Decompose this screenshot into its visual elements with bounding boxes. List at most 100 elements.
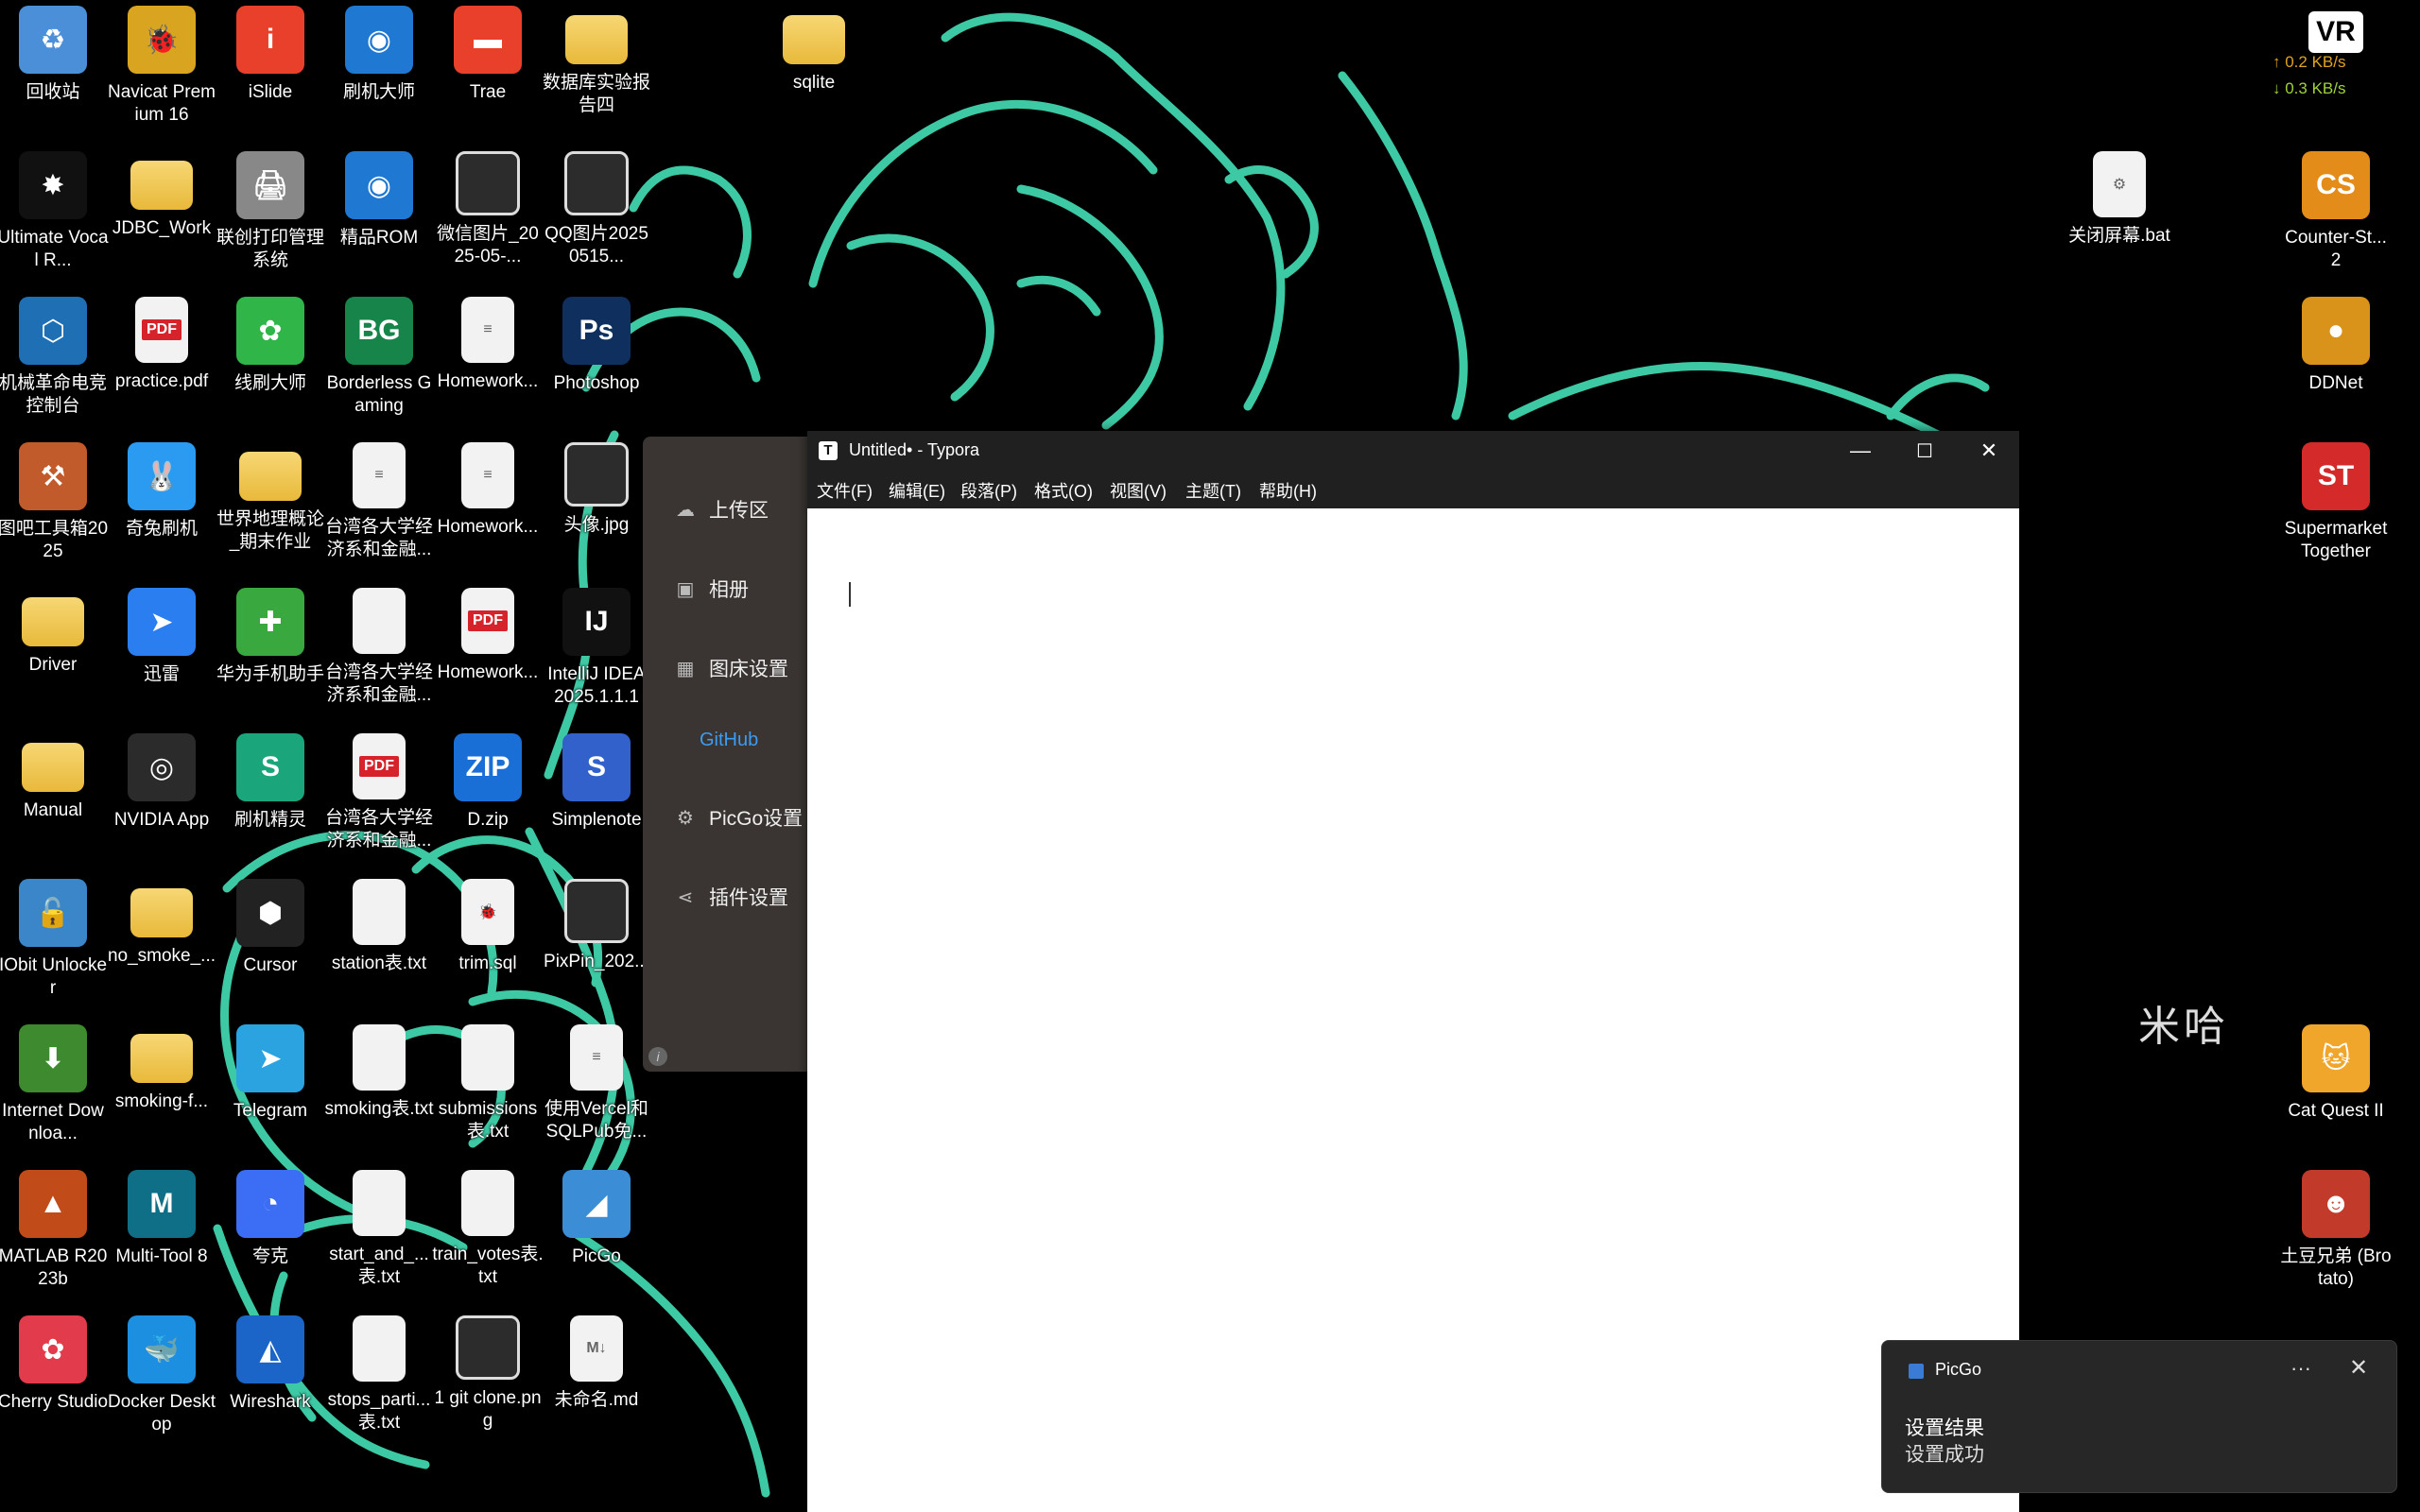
desktop-icon[interactable]: ◭ Wireshark xyxy=(217,1312,323,1414)
desktop-icon[interactable]: train_votes表.txt xyxy=(432,1166,544,1289)
desktop-icon[interactable]: ➤ Telegram xyxy=(217,1021,323,1123)
desktop-icon[interactable]: 头像.jpg xyxy=(544,438,649,537)
desktop-icon[interactable]: ◉ 精品ROM xyxy=(326,147,432,249)
desktop-icon-image: ◉ xyxy=(345,6,413,74)
menu-view[interactable]: 视图(V) xyxy=(1110,478,1167,503)
desktop-icon[interactable]: PDF 台湾各大学经济系和金融... xyxy=(325,730,433,852)
desktop-icon-label: smoking表.txt xyxy=(324,1099,434,1119)
desktop-icon[interactable]: PDF Homework... xyxy=(435,584,541,684)
more-options-button[interactable]: ··· xyxy=(2290,1356,2311,1381)
desktop-icon[interactable]: ♻ 回收站 xyxy=(0,2,106,104)
desktop-icon[interactable]: ◔ 夸克 xyxy=(217,1166,323,1268)
desktop-icon[interactable]: 世界地理概论_期末作业 xyxy=(216,438,324,554)
desktop-icon[interactable]: ⚙ 关闭屏幕.bat xyxy=(2066,147,2172,248)
desktop-icon[interactable]: M Multi-Tool 8 xyxy=(109,1166,215,1268)
desktop-icon[interactable]: 🖨 联创打印管理系统 xyxy=(216,147,324,272)
desktop-icon[interactable]: BG Borderless Gaming xyxy=(326,293,432,418)
desktop-icon[interactable]: 数据库实验报告四 xyxy=(543,2,650,117)
desktop-icon[interactable]: ◎ NVIDIA App xyxy=(109,730,215,832)
picgo-nav-bed-settings[interactable]: ▦ 图床设置 xyxy=(675,654,788,682)
picgo-nav-upload[interactable]: ☁ 上传区 xyxy=(675,495,769,524)
picgo-nav-gallery[interactable]: ▣ 相册 xyxy=(675,575,749,603)
desktop-icon[interactable]: submissions表.txt xyxy=(435,1021,541,1143)
desktop-icon-label: NVIDIA App xyxy=(113,810,210,830)
desktop-icon[interactable]: sqlite xyxy=(761,2,867,94)
desktop-icon[interactable]: ▲ MATLAB R2023b xyxy=(0,1166,107,1291)
desktop-icon-label: D.zip xyxy=(467,810,509,830)
desktop-icon[interactable]: ▬ Trae xyxy=(435,2,541,104)
picgo-nav-settings[interactable]: ⚙ PicGo设置 xyxy=(675,803,803,832)
desktop-icon[interactable]: 🔓 IObit Unlocker xyxy=(0,875,107,1000)
desktop-icon[interactable]: station表.txt xyxy=(326,875,432,975)
desktop-icon[interactable]: smoking表.txt xyxy=(324,1021,434,1121)
desktop-icon[interactable]: ● DDNet xyxy=(2283,293,2389,395)
desktop-icon[interactable]: ✿ Cherry Studio xyxy=(0,1312,108,1414)
desktop-icon-image xyxy=(456,1315,520,1380)
desktop-icon[interactable]: ≡ 台湾各大学经济系和金融... xyxy=(325,438,433,561)
desktop-icon[interactable]: ST Supermarket Together xyxy=(2283,438,2389,563)
menu-help[interactable]: 帮助(H) xyxy=(1259,478,1317,503)
minimize-button[interactable]: — xyxy=(1828,431,1893,471)
desktop-icon[interactable]: 🐳 Docker Desktop xyxy=(108,1312,216,1436)
desktop-icon[interactable]: 🐱 Cat Quest II xyxy=(2283,1021,2389,1123)
desktop-icon[interactable]: ⬇ Internet Downloa... xyxy=(0,1021,106,1145)
desktop-icon-label: 1 git clone.png xyxy=(434,1388,542,1431)
desktop-icon[interactable]: ➤ 迅雷 xyxy=(109,584,215,686)
desktop-icon[interactable]: 台湾各大学经济系和金融... xyxy=(325,584,433,707)
desktop-icon[interactable]: 🐞 Navicat Premium 16 xyxy=(108,2,216,127)
desktop-icon[interactable]: S Simplenote xyxy=(544,730,649,832)
desktop-icon[interactable]: smoking-f... xyxy=(109,1021,215,1113)
desktop-icon[interactable]: ✚ 华为手机助手 xyxy=(216,584,324,686)
desktop-icon[interactable]: 1 git clone.png xyxy=(434,1312,542,1433)
desktop-icon[interactable]: ✿ 线刷大师 xyxy=(217,293,323,395)
maximize-button[interactable]: ☐ xyxy=(1893,431,1957,471)
info-icon[interactable]: i xyxy=(648,1047,667,1066)
desktop-icon[interactable]: ⚒ 图吧工具箱2025 xyxy=(0,438,108,563)
desktop-icon[interactable]: Manual xyxy=(0,730,106,822)
desktop-icon[interactable]: stops_parti...表.txt xyxy=(326,1312,432,1435)
close-button[interactable]: ✕ xyxy=(1957,431,2021,471)
text-caret xyxy=(849,582,851,607)
desktop-icon[interactable]: ☻ 土豆兄弟 (Brotato) xyxy=(2280,1166,2392,1291)
desktop-icon[interactable]: IJ IntelliJ IDEA 2025.1.1.1 xyxy=(544,584,649,709)
desktop-icon[interactable]: 🐰 奇兔刷机 xyxy=(109,438,215,541)
desktop-icon[interactable]: ◢ PicGo xyxy=(544,1166,649,1268)
desktop-icon[interactable]: ≡ Homework... xyxy=(435,293,541,393)
menu-theme[interactable]: 主题(T) xyxy=(1185,478,1241,503)
desktop-icon-label: 刷机大师 xyxy=(342,82,415,102)
notification-toast[interactable]: PicGo ··· ✕ 设置结果 设置成功 xyxy=(1881,1340,2397,1493)
desktop-icon[interactable]: ≡ 使用Vercel和SQLPub免... xyxy=(544,1021,649,1143)
desktop-icon-label: Multi-Tool 8 xyxy=(115,1246,208,1266)
vr-icon[interactable]: VR xyxy=(2308,11,2363,53)
desktop-icon[interactable]: S 刷机精灵 xyxy=(217,730,323,832)
desktop-icon[interactable]: ≡ Homework... xyxy=(435,438,541,539)
desktop-icon[interactable]: CS Counter-St... 2 xyxy=(2283,147,2389,272)
desktop-icon-label: 回收站 xyxy=(26,82,80,102)
desktop-icon[interactable]: start_and_...表.txt xyxy=(326,1166,432,1289)
desktop-icon[interactable]: ZIP D.zip xyxy=(435,730,541,832)
desktop-icon[interactable]: ✸ Ultimate Vocal R... xyxy=(0,147,109,272)
desktop-icon[interactable]: JDBC_Work xyxy=(109,147,215,240)
desktop-icon[interactable]: 微信图片_2025-05-... xyxy=(435,147,541,268)
close-icon[interactable]: ✕ xyxy=(2349,1354,2368,1382)
desktop-icon[interactable]: PixPin_202... xyxy=(544,875,649,973)
desktop-icon[interactable]: i iSlide xyxy=(217,2,323,104)
desktop-icon[interactable]: ◉ 刷机大师 xyxy=(326,2,432,104)
desktop-icon[interactable]: PDF practice.pdf xyxy=(109,293,215,393)
menu-format[interactable]: 格式(O) xyxy=(1034,478,1093,503)
desktop-icon[interactable]: QQ图片20250515... xyxy=(544,147,649,268)
menu-file[interactable]: 文件(F) xyxy=(817,478,873,503)
picgo-nav-plugins[interactable]: ⋖ 插件设置 xyxy=(675,883,788,911)
typora-titlebar[interactable]: T Untitled• - Typora — ☐ ✕ xyxy=(807,431,2019,471)
desktop-icon[interactable]: Driver xyxy=(0,584,106,677)
desktop-icon[interactable]: M↓ 未命名.md xyxy=(544,1312,649,1412)
desktop-icon[interactable]: 🐞 trim.sql xyxy=(435,875,541,975)
menu-edit[interactable]: 编辑(E) xyxy=(889,478,945,503)
typora-editor[interactable] xyxy=(807,508,2019,1512)
desktop-icon[interactable]: Ps Photoshop xyxy=(544,293,649,395)
desktop-icon[interactable]: no_smoke_... xyxy=(108,875,216,968)
menu-paragraph[interactable]: 段落(P) xyxy=(960,478,1017,503)
picgo-github-link[interactable]: GitHub xyxy=(700,730,758,751)
desktop-icon[interactable]: ⬡ 机械革命电竞控制台 xyxy=(0,293,107,418)
desktop-icon[interactable]: ⬢ Cursor xyxy=(217,875,323,977)
